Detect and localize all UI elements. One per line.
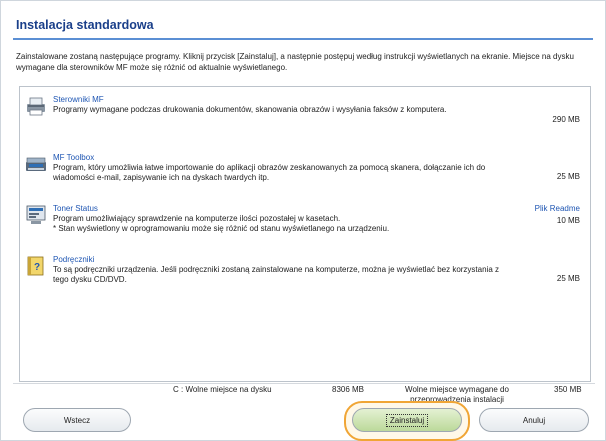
toner-status-icon	[25, 204, 47, 226]
component-description: Program, który umożliwia łatwe importowa…	[53, 163, 486, 182]
install-button-label: Zainstaluj	[385, 413, 429, 427]
cancel-button[interactable]: Anuluj	[479, 408, 589, 432]
component-description: To są podręczniki urządzenia. Jeśli podr…	[53, 265, 499, 284]
component-name: Podręczniki	[53, 255, 95, 264]
component-size: 25 MB	[556, 172, 580, 181]
manual-icon: ?	[25, 255, 47, 277]
back-button[interactable]: Wstecz	[23, 408, 131, 432]
component-size: 10 MB	[556, 216, 580, 225]
component-name: MF Toolbox	[53, 153, 95, 162]
component-description: Program umożliwiający sprawdzenie na kom…	[53, 214, 513, 234]
title-divider	[13, 38, 593, 40]
component-description: Programy wymagane podczas drukowania dok…	[53, 105, 447, 114]
cancel-button-label: Anuluj	[522, 415, 546, 425]
intro-text: Zainstalowane zostaną następujące progra…	[16, 52, 574, 72]
svg-text:?: ?	[34, 262, 40, 273]
component-size: 290 MB	[552, 115, 580, 124]
page-title: Instalacja standardowa	[16, 18, 154, 32]
free-space-value: 8306 MB	[332, 385, 365, 394]
component-description-note: * Stan wyświetlony w oprogramowaniu może…	[53, 224, 390, 233]
component-item-manuals: ? Podręczniki To są podręczniki urządzen…	[20, 255, 590, 295]
printer-icon	[25, 95, 47, 117]
footer-divider	[13, 383, 595, 384]
component-name: Toner Status	[53, 204, 98, 213]
installer-window: Instalacja standardowa Zainstalowane zos…	[0, 0, 606, 441]
scanner-icon	[25, 153, 47, 175]
install-button[interactable]: Zainstaluj	[352, 408, 462, 432]
free-space-label: C : Wolne miejsce na dysku	[173, 385, 272, 394]
component-item-toner-status: Toner Status Program umożliwiający spraw…	[20, 204, 590, 244]
back-button-label: Wstecz	[63, 415, 91, 425]
component-name: Sterowniki MF	[53, 95, 104, 104]
readme-link[interactable]: Plik Readme	[535, 204, 580, 213]
required-space-value: 350 MB	[554, 385, 582, 394]
component-item-mf-toolbox: MF Toolbox Program, który umożliwia łatw…	[20, 153, 590, 197]
components-panel: Sterowniki MF Programy wymagane podczas …	[19, 86, 591, 382]
component-size: 25 MB	[556, 274, 580, 283]
component-item-mf-drivers: Sterowniki MF Programy wymagane podczas …	[20, 95, 590, 135]
component-description-main: Program umożliwiający sprawdzenie na kom…	[53, 214, 341, 223]
